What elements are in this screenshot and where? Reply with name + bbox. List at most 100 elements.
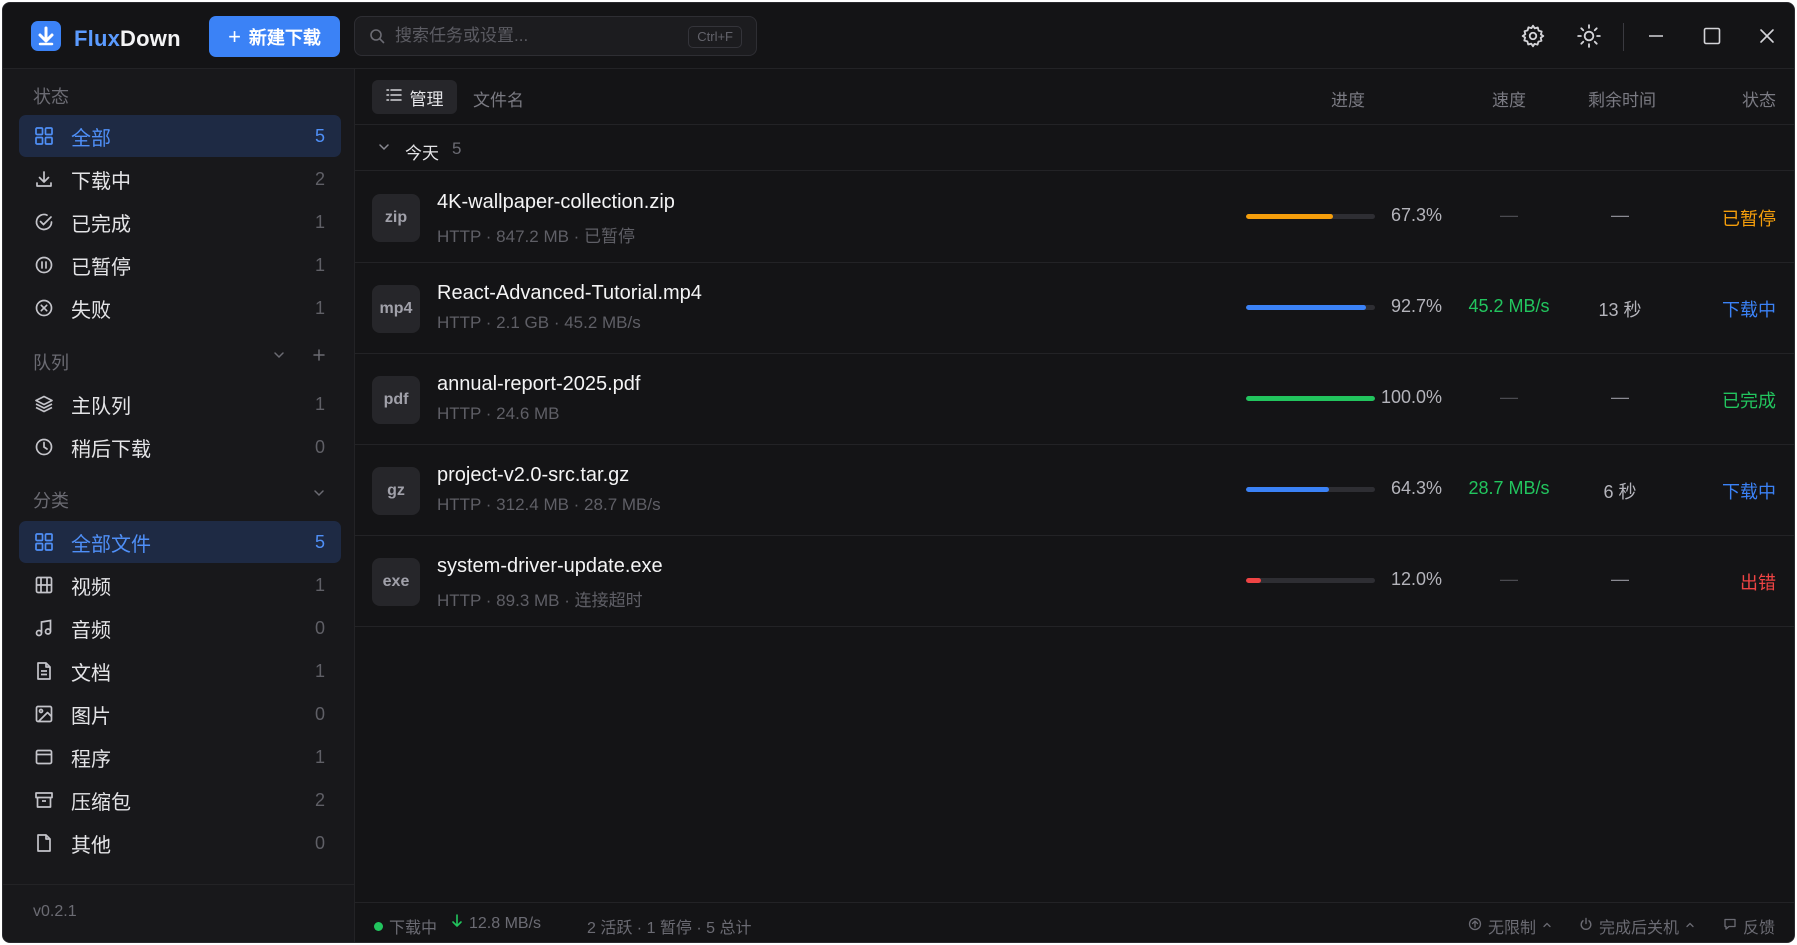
sidebar-item-count: 1 <box>314 254 325 275</box>
download-speed: 45.2 MB/s <box>1468 296 1550 316</box>
status-speed: 12.8 MB/s <box>451 914 541 933</box>
progress-bar <box>1246 578 1375 583</box>
file-name: system-driver-update.exe <box>437 555 663 577</box>
sidebar-item-all-files[interactable]: 全部文件 5 <box>19 521 341 563</box>
download-row[interactable]: pdf annual-report-2025.pdf HTTP · 24.6 MB 1… <box>355 354 1794 445</box>
sidebar-item-failed[interactable]: 失败 1 <box>19 287 341 329</box>
sidebar-item-count: 2 <box>314 789 325 810</box>
theme-sun-icon[interactable] <box>1574 21 1604 51</box>
feedback-button[interactable]: 反馈 <box>1723 914 1775 938</box>
sidebar-item-programs[interactable]: 程序 1 <box>19 736 341 778</box>
file-type-badge: gz <box>372 467 420 515</box>
speed-limit-text: 无限制 <box>1488 920 1537 937</box>
power-icon <box>1579 917 1593 936</box>
archive-icon <box>33 789 55 811</box>
file-meta: HTTP · 847.2 MB · 已暂停 <box>437 227 636 246</box>
sidebar-item-label: 下载中 <box>71 170 131 193</box>
after-complete-toggle[interactable]: 完成后关机 <box>1579 914 1695 938</box>
remaining-time: — <box>1611 205 1629 225</box>
sidebar-item-label: 其他 <box>71 834 111 857</box>
minimize-icon[interactable] <box>1641 21 1671 51</box>
progress-bar-fill <box>1246 305 1366 310</box>
app-logo-icon <box>31 21 61 51</box>
sidebar-item-count: 1 <box>314 393 325 414</box>
status-label: 已暂停 <box>1722 209 1776 229</box>
progress-bar <box>1246 487 1375 492</box>
chevron-up-icon <box>1685 917 1695 935</box>
sidebar-item-main-queue[interactable]: 主队列 1 <box>19 383 341 425</box>
sidebar-item-count: 1 <box>314 574 325 595</box>
new-download-button[interactable]: + 新建下载 <box>209 16 340 57</box>
download-row[interactable]: mp4 React-Advanced-Tutorial.mp4 HTTP · 2.1… <box>355 263 1794 354</box>
close-icon[interactable] <box>1752 21 1782 51</box>
file-icon <box>33 832 55 854</box>
maximize-icon[interactable] <box>1697 21 1727 51</box>
settings-gear-icon[interactable] <box>1518 21 1548 51</box>
download-icon <box>33 168 55 190</box>
file-name: React-Advanced-Tutorial.mp4 <box>437 282 702 304</box>
layers-icon <box>33 393 55 415</box>
pause-circle-icon <box>33 254 55 276</box>
sidebar-item-all[interactable]: 全部 5 <box>19 115 341 157</box>
download-list-panel: 管理 文件名 进度 速度 剩余时间 状态 今天 5 zip 4K-wallpape… <box>355 69 1794 942</box>
sidebar-item-completed[interactable]: 已完成 1 <box>19 201 341 243</box>
sidebar-item-label: 全部 <box>71 127 111 150</box>
app-title-part1: Flux <box>74 26 121 51</box>
sidebar-item-video[interactable]: 视频 1 <box>19 564 341 606</box>
search-box: Ctrl+F <box>354 16 757 56</box>
group-header-today[interactable]: 今天 5 <box>355 126 1794 171</box>
sidebar-item-paused[interactable]: 已暂停 1 <box>19 244 341 286</box>
titlebar-divider <box>1623 23 1624 51</box>
progress-bar <box>1246 396 1375 401</box>
sidebar-item-images[interactable]: 图片 0 <box>19 693 341 735</box>
download-speed: — <box>1500 205 1518 225</box>
status-state: 下载中 <box>374 914 437 938</box>
status-section-header: 状态 <box>33 87 69 107</box>
column-status[interactable]: 状态 <box>1742 86 1776 111</box>
sidebar-footer: v0.2.1 <box>3 884 354 942</box>
sidebar-item-count: 1 <box>314 211 325 232</box>
download-speed: — <box>1500 569 1518 589</box>
download-row[interactable]: zip 4K-wallpaper-collection.zip HTTP · 847… <box>355 172 1794 263</box>
sidebar-item-label: 已完成 <box>71 213 131 236</box>
group-count: 5 <box>452 139 462 158</box>
status-speed-text: 12.8 MB/s <box>469 914 542 932</box>
x-circle-icon <box>33 297 55 319</box>
sidebar-item-other[interactable]: 其他 0 <box>19 822 341 864</box>
category-section-header: 分类 <box>33 491 69 511</box>
speed-limit-toggle[interactable]: 无限制 <box>1468 914 1552 938</box>
sidebar-item-audio[interactable]: 音频 0 <box>19 607 341 649</box>
chevron-down-icon[interactable] <box>272 348 286 367</box>
search-input[interactable] <box>395 26 685 46</box>
progress-bar-fill <box>1246 214 1333 219</box>
status-label: 下载中 <box>1722 482 1776 502</box>
column-progress[interactable]: 进度 <box>1331 86 1365 111</box>
column-speed[interactable]: 速度 <box>1492 86 1526 111</box>
chevron-down-icon <box>377 140 391 159</box>
column-remaining-time[interactable]: 剩余时间 <box>1588 86 1656 111</box>
file-type-badge: mp4 <box>372 285 420 333</box>
grid-icon <box>33 531 55 553</box>
sidebar-item-label: 主队列 <box>71 395 131 418</box>
plus-icon: + <box>228 23 241 49</box>
sidebar-item-documents[interactable]: 文档 1 <box>19 650 341 692</box>
download-row[interactable]: exe system-driver-update.exe HTTP · 89.3 M… <box>355 536 1794 627</box>
chevron-down-icon[interactable] <box>312 486 326 505</box>
group-label: 今天 <box>405 144 439 163</box>
progress-bar <box>1246 305 1375 310</box>
manage-button[interactable]: 管理 <box>372 80 457 114</box>
app-window-icon <box>33 746 55 768</box>
list-icon <box>385 87 402 107</box>
version-label: v0.2.1 <box>33 903 77 920</box>
file-name: annual-report-2025.pdf <box>437 373 641 395</box>
sidebar-item-downloading[interactable]: 下载中 2 <box>19 158 341 200</box>
add-queue-plus-icon[interactable] <box>312 348 326 367</box>
column-filename[interactable]: 文件名 <box>473 86 524 111</box>
file-name: 4K-wallpaper-collection.zip <box>437 191 675 213</box>
sidebar-item-count: 5 <box>314 531 325 552</box>
file-meta: HTTP · 89.3 MB · 连接超时 <box>437 591 643 610</box>
sidebar-item-archives[interactable]: 压缩包 2 <box>19 779 341 821</box>
sidebar-item-later[interactable]: 稍后下载 0 <box>19 426 341 468</box>
limit-arrow-circle-icon <box>1468 917 1482 936</box>
download-row[interactable]: gz project-v2.0-src.tar.gz HTTP · 312.4 MB… <box>355 445 1794 536</box>
